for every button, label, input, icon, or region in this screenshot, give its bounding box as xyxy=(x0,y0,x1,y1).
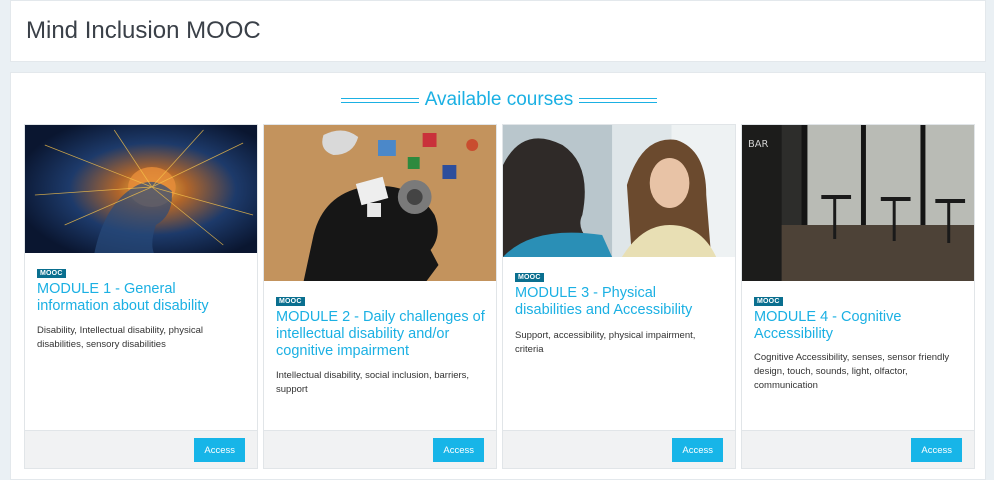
card-footer: Access xyxy=(25,430,257,468)
course-tags: Disability, Intellectual disability, phy… xyxy=(37,325,203,350)
access-button[interactable]: Access xyxy=(433,438,484,462)
course-card-1[interactable]: MOOC MODULE 1 - General information abou… xyxy=(24,124,258,469)
access-button[interactable]: Access xyxy=(911,438,962,462)
course-card-3[interactable]: MOOC MODULE 3 - Physical disabilities an… xyxy=(502,124,736,469)
course-image-brain[interactable] xyxy=(25,125,257,253)
course-badge: MOOC xyxy=(37,269,66,278)
course-title-link[interactable]: MODULE 3 - Physical disabilities and Acc… xyxy=(515,285,725,319)
course-card-4[interactable]: BAR MOOC MODULE 4 - Cognitive Accessibil… xyxy=(741,124,975,469)
course-tags: Cognitive Accessibility, senses, sensor … xyxy=(754,352,950,391)
page-header: Mind Inclusion MOOC xyxy=(10,0,986,62)
course-title-link[interactable]: MODULE 1 - General information about dis… xyxy=(37,281,247,315)
course-card-2[interactable]: MOOC MODULE 2 - Daily challenges of inte… xyxy=(263,124,497,469)
heading-rule-left xyxy=(340,97,419,103)
section-heading: Available courses xyxy=(11,89,987,111)
course-badge: MOOC xyxy=(515,273,544,282)
course-badge: MOOC xyxy=(276,297,305,306)
site-title: Mind Inclusion MOOC xyxy=(26,17,261,44)
course-badge: MOOC xyxy=(754,297,783,306)
course-tags: Intellectual disability, social inclusio… xyxy=(276,370,470,395)
card-footer: Access xyxy=(264,430,496,468)
card-footer: Access xyxy=(742,430,974,468)
card-footer: Access xyxy=(503,430,735,468)
course-title-link[interactable]: MODULE 2 - Daily challenges of intellect… xyxy=(276,309,486,360)
course-title-link[interactable]: MODULE 4 - Cognitive Accessibility xyxy=(754,309,964,343)
access-button[interactable]: Access xyxy=(194,438,245,462)
course-tags: Support, accessibility, physical impairm… xyxy=(515,330,696,355)
section-title: Available courses xyxy=(424,89,574,110)
course-image-cafe[interactable]: BAR xyxy=(742,125,974,281)
course-image-puzzle-head[interactable] xyxy=(264,125,496,281)
heading-rule-right xyxy=(579,97,658,103)
courses-section: Available courses MOOC MODULE 1 - Genera… xyxy=(10,72,986,480)
svg-text:BAR: BAR xyxy=(748,139,769,150)
course-image-conversation[interactable] xyxy=(503,125,735,257)
access-button[interactable]: Access xyxy=(672,438,723,462)
